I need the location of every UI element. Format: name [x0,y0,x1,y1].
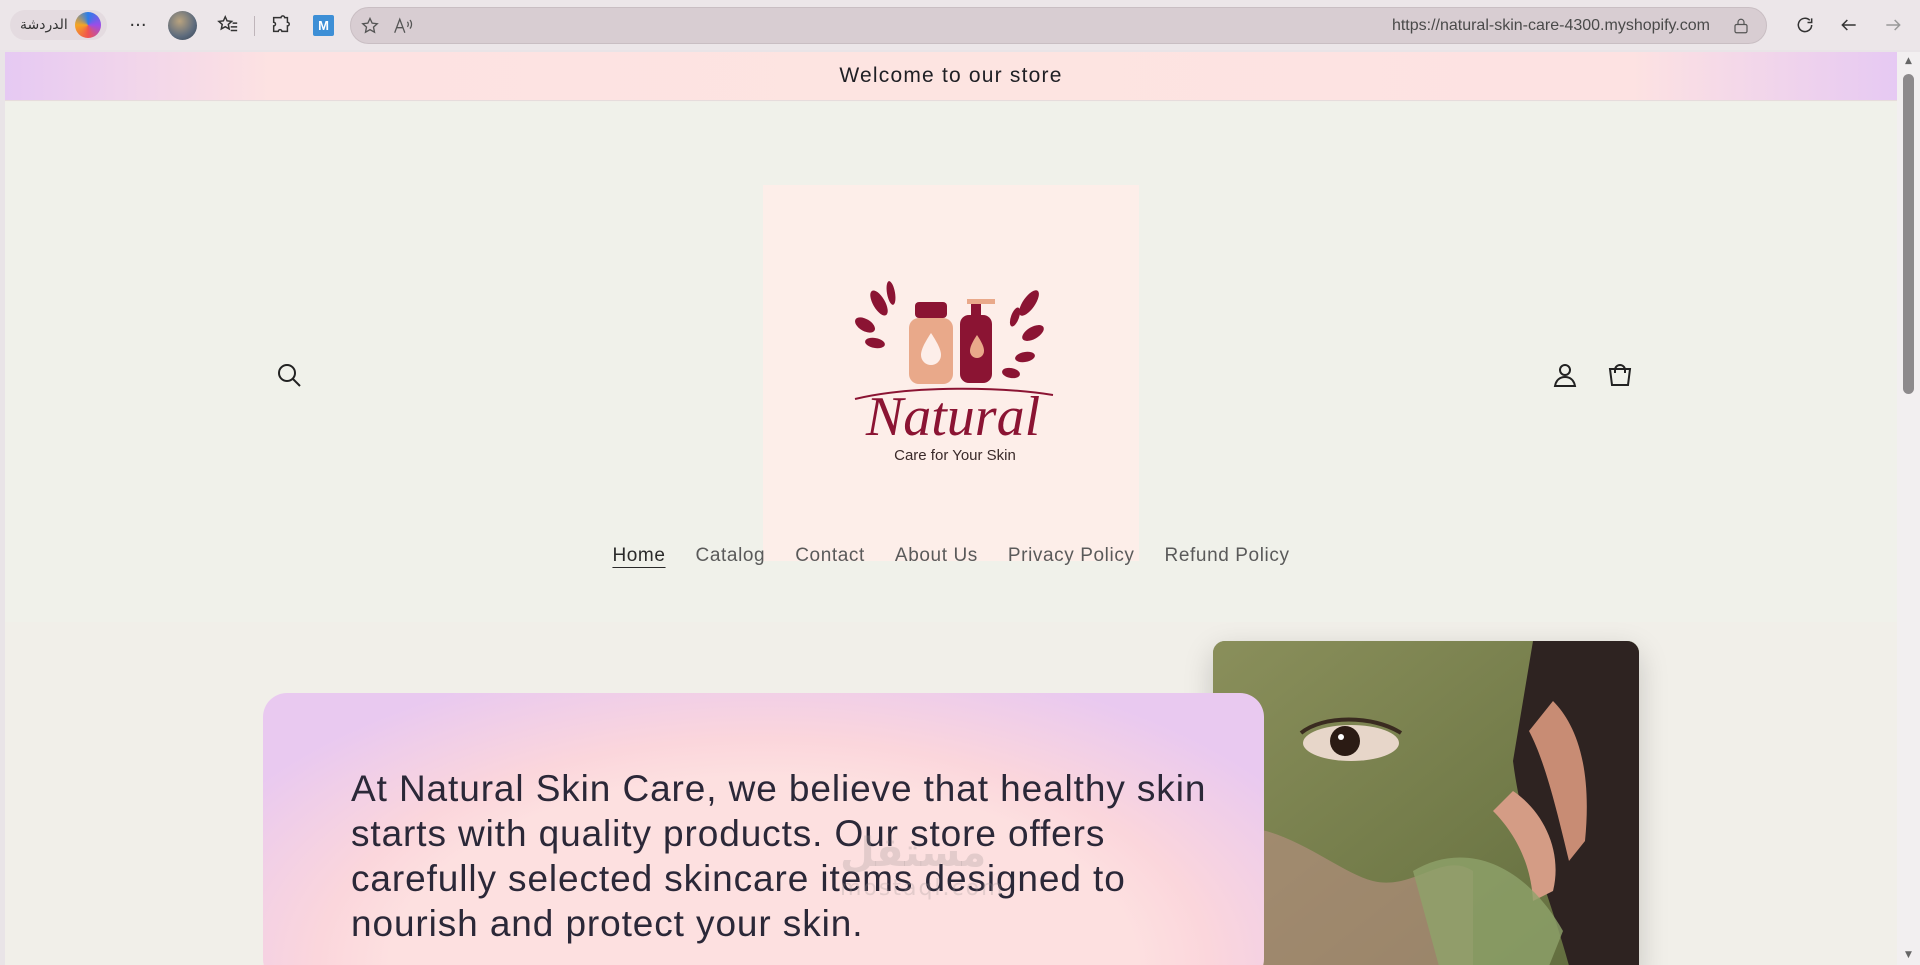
store-logo[interactable]: Natural Care for Your Skin [763,185,1139,561]
account-icon[interactable] [1550,360,1580,390]
nav-privacy-policy[interactable]: Privacy Policy [1008,545,1135,567]
scroll-up-icon[interactable]: ▲ [1903,56,1914,66]
logo-title: Natural [865,386,1040,448]
copilot-label: الدردشة [20,17,68,33]
page-scrollbar[interactable]: ▲ ▼ [1897,52,1920,965]
announcement-bar: Welcome to our store [5,52,1897,101]
watermark-arabic: مستقل [840,830,987,876]
lock-icon[interactable] [1730,15,1752,37]
main-nav: Home Catalog Contact About Us Privacy Po… [5,545,1897,567]
browser-toolbar: الدردشة ··· M https://natural-skin-care-… [0,0,1920,50]
copilot-button[interactable]: الدردشة [10,10,107,40]
hero-text: At Natural Skin Care, we believe that he… [351,768,1207,944]
logo-graphic: Natural Care for Your Skin [854,281,1054,464]
profile-avatar[interactable] [168,11,197,40]
more-icon[interactable]: ··· [125,12,151,38]
extensions-icon[interactable] [268,12,294,38]
logo-tagline: Care for Your Skin [894,447,1016,464]
scroll-down-icon[interactable]: ▼ [1903,950,1914,960]
forward-icon[interactable] [1880,12,1906,38]
refresh-icon[interactable] [1792,12,1818,38]
hero-image-face-mask [1213,641,1639,965]
nav-refund-policy[interactable]: Refund Policy [1165,545,1290,567]
address-bar[interactable]: https://natural-skin-care-4300.myshopify… [350,7,1767,44]
announcement-text: Welcome to our store [839,64,1063,87]
back-icon[interactable] [1836,12,1862,38]
nav-home[interactable]: Home [612,545,665,567]
store-page: Welcome to our store Natural Care for Yo… [5,52,1897,965]
cart-icon[interactable] [1605,360,1635,390]
copilot-icon [74,12,101,38]
m-extension-icon[interactable]: M [313,15,334,36]
read-aloud-icon[interactable] [393,15,415,37]
toolbar-divider [254,16,255,36]
hero-text-card: At Natural Skin Care, we believe that he… [263,693,1264,965]
watermark: مستقل mostaql.com [840,830,1005,901]
nav-contact[interactable]: Contact [795,545,865,567]
search-icon[interactable] [274,360,304,390]
nav-catalog[interactable]: Catalog [696,545,766,567]
nav-about-us[interactable]: About Us [895,545,978,567]
favorites-icon[interactable] [215,12,241,38]
site-header: Natural Care for Your Skin [5,102,1897,622]
star-icon[interactable] [359,15,381,37]
watermark-latin: mostaql.com [840,876,1005,901]
scrollbar-thumb[interactable] [1903,74,1914,394]
url-text[interactable]: https://natural-skin-care-4300.myshopify… [1392,17,1710,35]
